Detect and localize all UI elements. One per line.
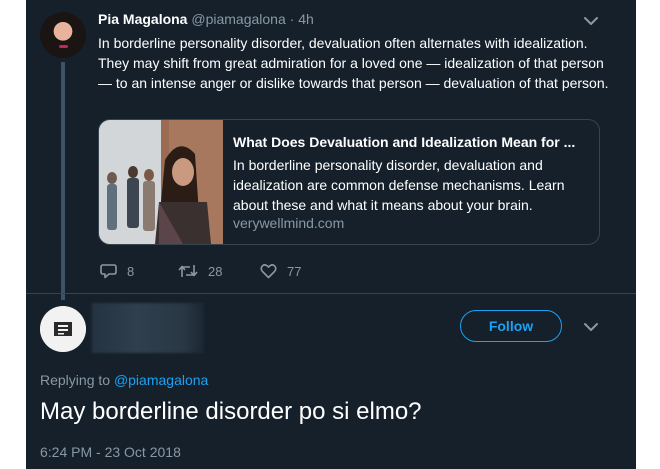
card-domain: verywellmind.com: [233, 215, 345, 231]
replying-handle-link[interactable]: @piamagalona: [114, 372, 208, 388]
author-handle[interactable]: @piamagalona: [191, 11, 285, 27]
like-icon[interactable]: [260, 263, 277, 279]
link-preview-card[interactable]: What Does Devaluation and Idealization M…: [98, 119, 600, 245]
card-title: What Does Devaluation and Idealization M…: [233, 134, 576, 150]
tweet-time[interactable]: 4h: [298, 11, 314, 27]
header-separator: ·: [285, 11, 299, 27]
profile-picture: [40, 306, 86, 352]
thread-connector-line: [61, 62, 65, 300]
redacted-user-name: [92, 303, 204, 353]
card-image-illustration: [99, 120, 223, 244]
author-name[interactable]: Pia Magalona: [98, 11, 187, 27]
reply-author-avatar[interactable]: [40, 306, 86, 352]
reply-action[interactable]: 8: [100, 263, 134, 279]
retweet-action[interactable]: 28: [178, 263, 222, 279]
like-action[interactable]: 77: [260, 263, 301, 279]
chevron-down-icon[interactable]: [584, 16, 598, 26]
retweet-icon[interactable]: [178, 263, 198, 279]
reply-timestamp[interactable]: 6:24 PM - 23 Oct 2018: [40, 444, 181, 460]
follow-button[interactable]: Follow: [460, 310, 562, 342]
divider: [26, 293, 636, 294]
replying-to-line: Replying to @piamagalona: [40, 372, 208, 388]
retweet-count: 28: [208, 263, 223, 279]
author-avatar[interactable]: [40, 12, 86, 58]
chevron-down-icon[interactable]: [584, 322, 598, 332]
reply-text: May borderline disorder po si elmo?: [40, 398, 422, 425]
reply-icon[interactable]: [100, 263, 117, 279]
reply-count: 8: [127, 263, 135, 279]
tweet-text: In borderline personality disorder, deva…: [98, 35, 609, 91]
replying-prefix: Replying to: [40, 372, 114, 388]
tweet-header: Pia Magalona @piamagalona · 4h: [98, 11, 314, 27]
tweet-thread-panel: Pia Magalona @piamagalona · 4h In border…: [26, 0, 636, 469]
card-description: In borderline personality disorder, deva…: [233, 157, 565, 213]
like-count: 77: [287, 263, 302, 279]
card-thumbnail: [99, 120, 223, 244]
